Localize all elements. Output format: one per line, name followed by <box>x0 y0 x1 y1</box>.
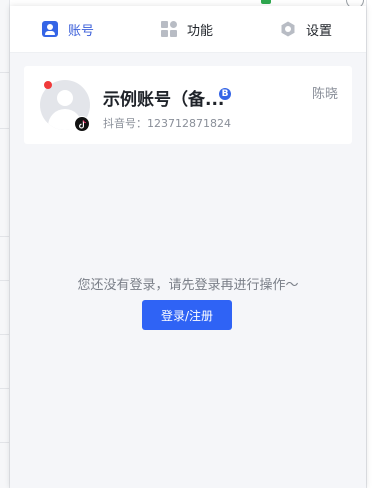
background-divider <box>0 128 9 129</box>
account-icon <box>42 21 58 37</box>
background-divider <box>0 72 9 73</box>
login-prompt: 您还没有登录，请先登录再进行操作～ <box>77 278 299 293</box>
background-divider <box>0 388 9 389</box>
login-register-button[interactable]: 登录/注册 <box>142 300 232 330</box>
tab-settings-label: 设置 <box>306 23 333 39</box>
tab-account[interactable]: 账号 <box>10 20 139 39</box>
background-green-tab <box>261 0 271 4</box>
extension-popup: 账号 功能 设置 示例账号（备... B 抖音号：123712871824 陈晓… <box>10 6 366 488</box>
gear-icon <box>280 21 296 37</box>
tab-functions-label: 功能 <box>187 23 214 39</box>
background-page-right <box>366 0 374 488</box>
business-badge-icon: B <box>219 88 231 100</box>
douyin-id: 抖音号：123712871824 <box>103 117 231 130</box>
tab-account-label: 账号 <box>68 23 95 39</box>
grid-icon <box>161 21 177 37</box>
screen: 账号 功能 设置 示例账号（备... B 抖音号：123712871824 陈晓… <box>0 0 374 488</box>
account-card[interactable]: 示例账号（备... B 抖音号：123712871824 陈晓 <box>24 66 352 144</box>
background-divider <box>0 442 9 443</box>
tab-functions[interactable]: 功能 <box>139 20 236 39</box>
tiktok-icon <box>74 116 90 132</box>
background-divider <box>0 334 9 335</box>
background-page-left <box>0 0 10 488</box>
operator-name: 陈晓 <box>311 87 338 102</box>
account-name: 示例账号（备... <box>103 90 225 110</box>
background-divider <box>0 236 9 237</box>
status-dot <box>44 81 52 89</box>
background-divider <box>0 280 9 281</box>
tab-bar: 账号 功能 设置 <box>10 6 366 53</box>
tab-settings[interactable]: 设置 <box>235 20 366 39</box>
